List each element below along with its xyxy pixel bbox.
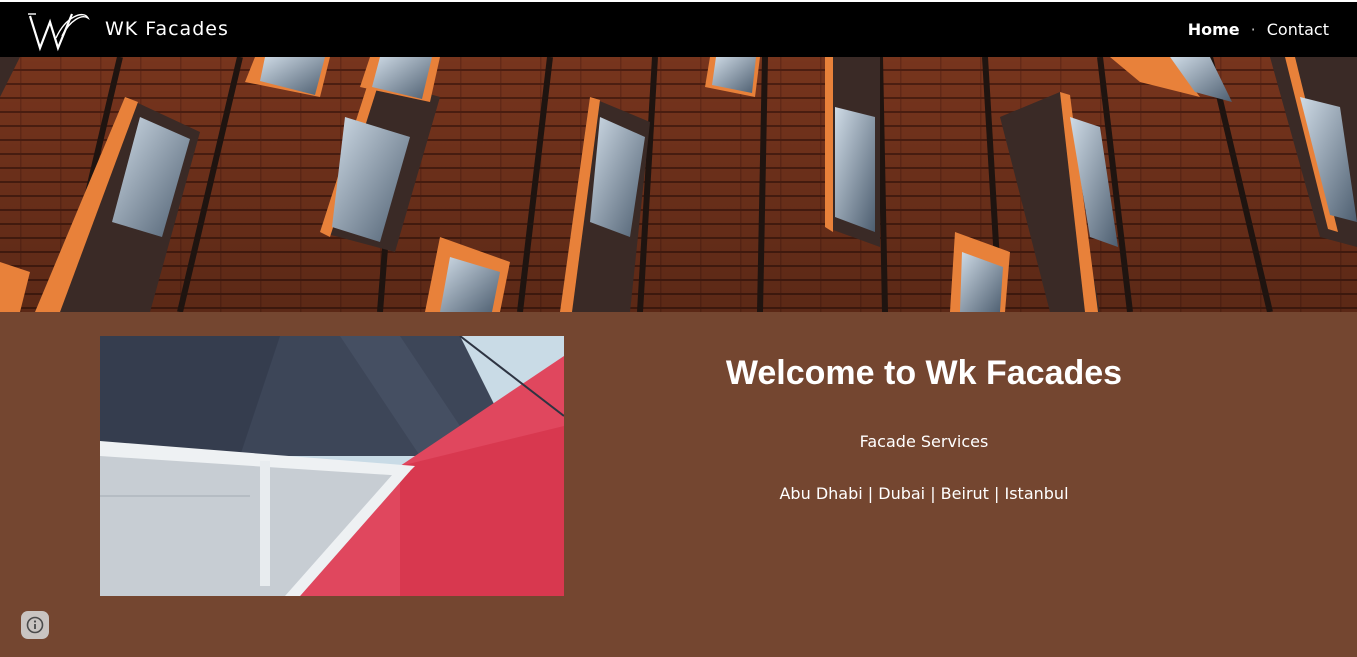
info-button[interactable]: [21, 611, 49, 639]
site-header: WK Facades Home · Contact: [0, 2, 1357, 57]
welcome-heading: Welcome to Wk Facades: [725, 354, 1123, 392]
hero-banner-image: [0, 57, 1357, 312]
wk-logo[interactable]: [26, 8, 90, 52]
nav-home[interactable]: Home: [1188, 20, 1240, 39]
brand-name[interactable]: WK Facades: [105, 18, 229, 40]
intro-section: Welcome to Wk Facades Facade Services Ab…: [0, 312, 1357, 657]
main-nav: Home · Contact: [1188, 20, 1329, 39]
locations-text: Abu Dhabi | Dubai | Beirut | Istanbul: [779, 484, 1069, 503]
info-icon: [26, 616, 44, 634]
services-subheading: Facade Services: [859, 432, 989, 451]
nav-separator: ·: [1250, 20, 1256, 39]
nav-contact[interactable]: Contact: [1267, 20, 1329, 39]
facade-photo: [100, 336, 564, 596]
